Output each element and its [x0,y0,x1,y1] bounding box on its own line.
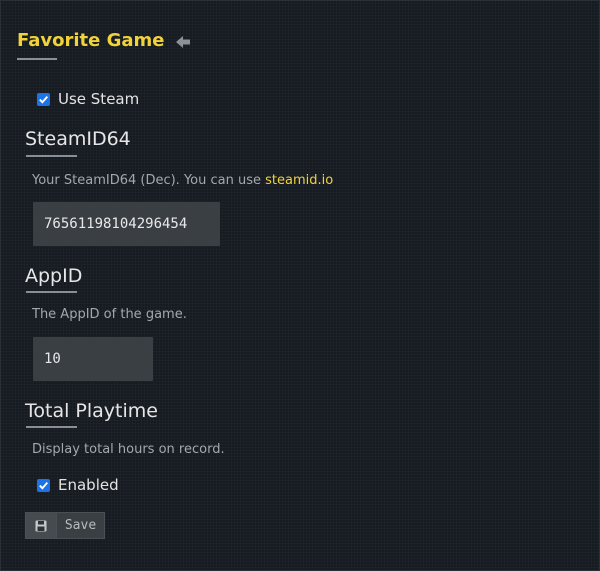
appid-heading: AppID [25,265,83,287]
save-button[interactable]: Save [25,512,105,539]
enabled-row[interactable]: Enabled [37,475,119,495]
page-title: Favorite Game [17,30,165,51]
floppy-disk-icon [26,513,57,538]
enabled-label[interactable]: Enabled [58,476,119,494]
steamid-description: Your SteamID64 (Dec). You can use steami… [32,172,333,190]
steamid-input[interactable] [33,202,220,246]
title-underline [17,58,57,60]
steamid-description-text: Your SteamID64 (Dec). You can use [32,173,266,188]
playtime-underline [26,426,77,428]
save-label: Save [64,518,97,533]
enabled-checkbox[interactable] [37,478,50,492]
use-steam-label[interactable]: Use Steam [58,90,139,108]
appid-underline [26,291,77,293]
playtime-heading: Total Playtime [25,400,158,422]
steamid-io-link[interactable]: steamid.io [265,173,333,188]
use-steam-row[interactable]: Use Steam [37,89,139,109]
arrow-left-icon[interactable] [175,34,191,50]
playtime-description: Display total hours on record. [32,442,225,457]
steamid-underline [26,155,77,157]
checkmark-icon [39,481,49,490]
use-steam-checkbox[interactable] [37,92,50,106]
appid-input[interactable] [33,337,153,381]
appid-description: The AppID of the game. [32,307,187,322]
settings-panel: Favorite Game Use Steam SteamID64 Your S… [0,0,600,571]
checkmark-icon [39,95,49,104]
steamid-heading: SteamID64 [25,128,131,150]
